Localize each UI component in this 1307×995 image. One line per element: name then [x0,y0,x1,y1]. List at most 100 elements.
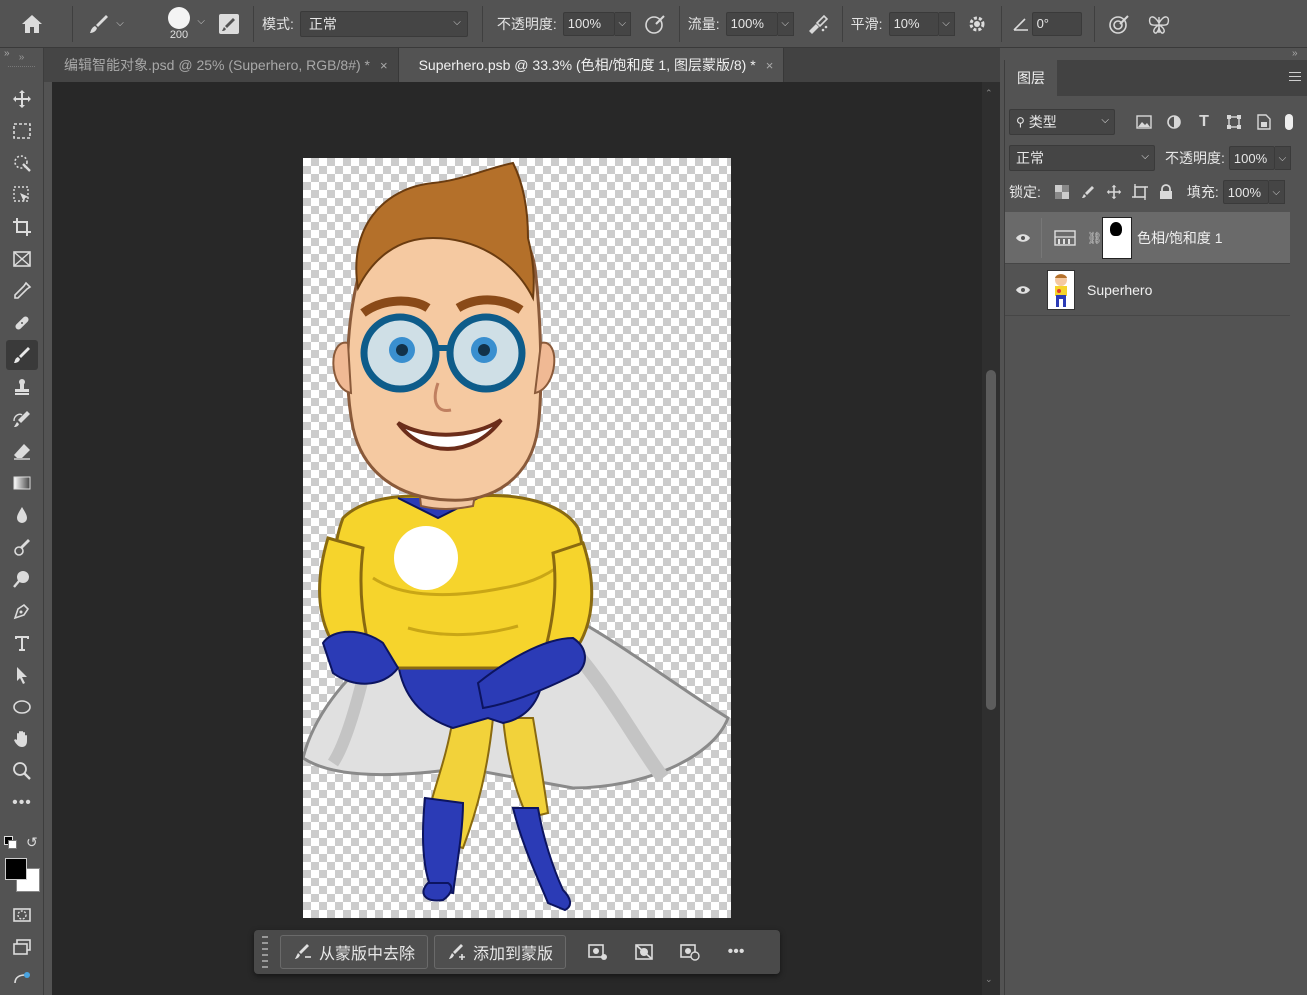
eraser-tool[interactable] [6,436,38,466]
pen-tool[interactable] [6,596,38,626]
mask-options-button[interactable] [578,935,618,969]
canvas-vertical-scrollbar[interactable]: ⌃ ⌄ [982,82,1000,995]
angle-input[interactable]: 0° [1031,11,1082,36]
edit-toolbar-button[interactable]: ••• [6,788,38,818]
lock-transparent-button[interactable] [1049,185,1075,199]
filter-pixel-button[interactable] [1129,115,1159,129]
foreground-color-swatch[interactable] [5,858,27,880]
gradient-tool[interactable] [6,468,38,498]
more-options-button[interactable]: ••• [716,935,756,969]
healing-brush-tool[interactable] [6,308,38,338]
panel-collapse-icon[interactable]: » [1292,48,1298,59]
lock-pixels-button[interactable] [1075,185,1101,199]
filter-toggle[interactable] [1285,114,1293,130]
filter-adjustment-button[interactable] [1159,114,1189,130]
blur-tool[interactable] [6,500,38,530]
document-canvas[interactable] [303,158,731,918]
layer-name[interactable]: 色相/饱和度 1 [1137,228,1223,248]
disable-mask-button[interactable] [624,935,664,969]
clone-stamp-tool[interactable] [6,372,38,402]
toolbar-grip[interactable] [8,66,35,70]
filter-kind-select[interactable]: ⚲ 类型 ⌵ [1009,109,1115,135]
scroll-down-icon[interactable]: ⌄ [985,974,993,985]
object-selection-tool[interactable] [6,148,38,178]
zoom-tool[interactable] [6,756,38,786]
visibility-toggle[interactable] [1005,233,1041,243]
flow-input[interactable]: 100% [725,11,778,36]
link-icon[interactable]: ⛓ [1087,231,1102,245]
close-icon[interactable]: × [380,58,388,73]
tab-edit-smart-object[interactable]: 编辑智能对象.psd @ 25% (Superhero, RGB/8#) * × [44,48,399,82]
tab-layers[interactable]: 图层 [1005,60,1057,96]
object-select-tool[interactable] [6,180,38,210]
move-icon [13,90,31,108]
add-to-mask-button[interactable]: 添加到蒙版 [434,935,567,969]
hand-tool[interactable] [6,724,38,754]
brush-settings-toggle[interactable] [213,8,245,40]
layer-row-superhero[interactable]: Superhero [1005,264,1290,316]
layer-name[interactable]: Superhero [1087,282,1152,298]
crop-tool[interactable] [6,212,38,242]
mode-select[interactable]: 正常 ⌵ [299,10,468,37]
smoothing-dropdown[interactable]: ⌵ [938,11,955,36]
layer-opacity-dropdown[interactable]: ⌵ [1274,146,1291,170]
marquee-tool[interactable] [6,116,38,146]
filter-type-button[interactable]: T [1189,113,1219,131]
tab-superhero[interactable]: Superhero.psb @ 33.3% (色相/饱和度 1, 图层蒙版/8)… [398,48,785,82]
pressure-opacity-toggle[interactable] [639,8,671,40]
move-tool[interactable] [6,84,38,114]
layer-row-hue-saturation[interactable]: ⛓ 色相/饱和度 1 [1005,212,1290,264]
opacity-input[interactable]: 100% [562,11,615,36]
adjustment-thumbnail[interactable] [1041,217,1087,258]
taskbar-grip[interactable] [258,936,272,968]
quick-mask-button[interactable] [6,900,38,930]
panel-expand-icon[interactable]: » [4,48,44,62]
home-button[interactable] [0,0,64,48]
lock-artboard-button[interactable] [1127,184,1153,200]
layer-thumbnail[interactable] [1047,269,1075,310]
swap-colors-icon[interactable]: ↺ [26,834,38,851]
brush-tool[interactable] [6,340,38,370]
share-button[interactable] [6,964,38,994]
symmetry-button[interactable] [1143,8,1175,40]
path-selection-tool[interactable] [6,660,38,690]
mask-properties-button[interactable] [670,935,710,969]
opacity-dropdown[interactable]: ⌵ [614,11,631,36]
subtract-from-mask-button[interactable]: 从蒙版中去除 [280,935,429,969]
scroll-up-icon[interactable]: ⌃ [985,88,993,99]
flow-dropdown[interactable]: ⌵ [777,11,794,36]
panel-menu-icon[interactable] [1289,72,1301,84]
pressure-size-toggle[interactable] [1103,8,1135,40]
brush-size-picker[interactable]: 200 ⌵ [151,0,207,48]
layer-opacity-input[interactable]: 100% [1228,146,1275,170]
history-brush-icon [13,411,30,427]
pen-icon [13,603,30,620]
brush-preset-picker[interactable]: ⌵ [81,0,131,48]
frame-icon [13,251,31,267]
filter-smart-object-button[interactable] [1249,114,1279,130]
smoothing-input[interactable]: 10% [888,11,939,36]
airbrush-toggle[interactable] [802,8,834,40]
ellipse-tool[interactable] [6,692,38,722]
scrollbar-thumb[interactable] [986,370,996,710]
eyedropper-tool[interactable] [6,276,38,306]
smoothing-options-button[interactable] [961,8,993,40]
visibility-toggle[interactable] [1005,285,1041,295]
lock-all-button[interactable] [1153,184,1179,200]
filter-shape-button[interactable] [1219,114,1249,130]
history-brush-tool[interactable] [6,404,38,434]
layer-mask-thumbnail[interactable] [1102,216,1132,259]
fill-input[interactable]: 100% [1222,180,1269,204]
default-colors-icon[interactable] [4,836,18,850]
type-tool[interactable] [6,628,38,658]
mode-value: 正常 [308,15,337,32]
close-icon[interactable]: × [766,58,774,73]
screen-mode-button[interactable] [6,932,38,962]
smudge-tool[interactable] [6,532,38,562]
frame-tool[interactable] [6,244,38,274]
fill-dropdown[interactable]: ⌵ [1268,180,1285,204]
subtract-label: 从蒙版中去除 [319,946,416,963]
blend-mode-select[interactable]: 正常 ⌵ [1009,145,1155,171]
dodge-tool[interactable] [6,564,38,594]
lock-position-button[interactable] [1101,184,1127,200]
